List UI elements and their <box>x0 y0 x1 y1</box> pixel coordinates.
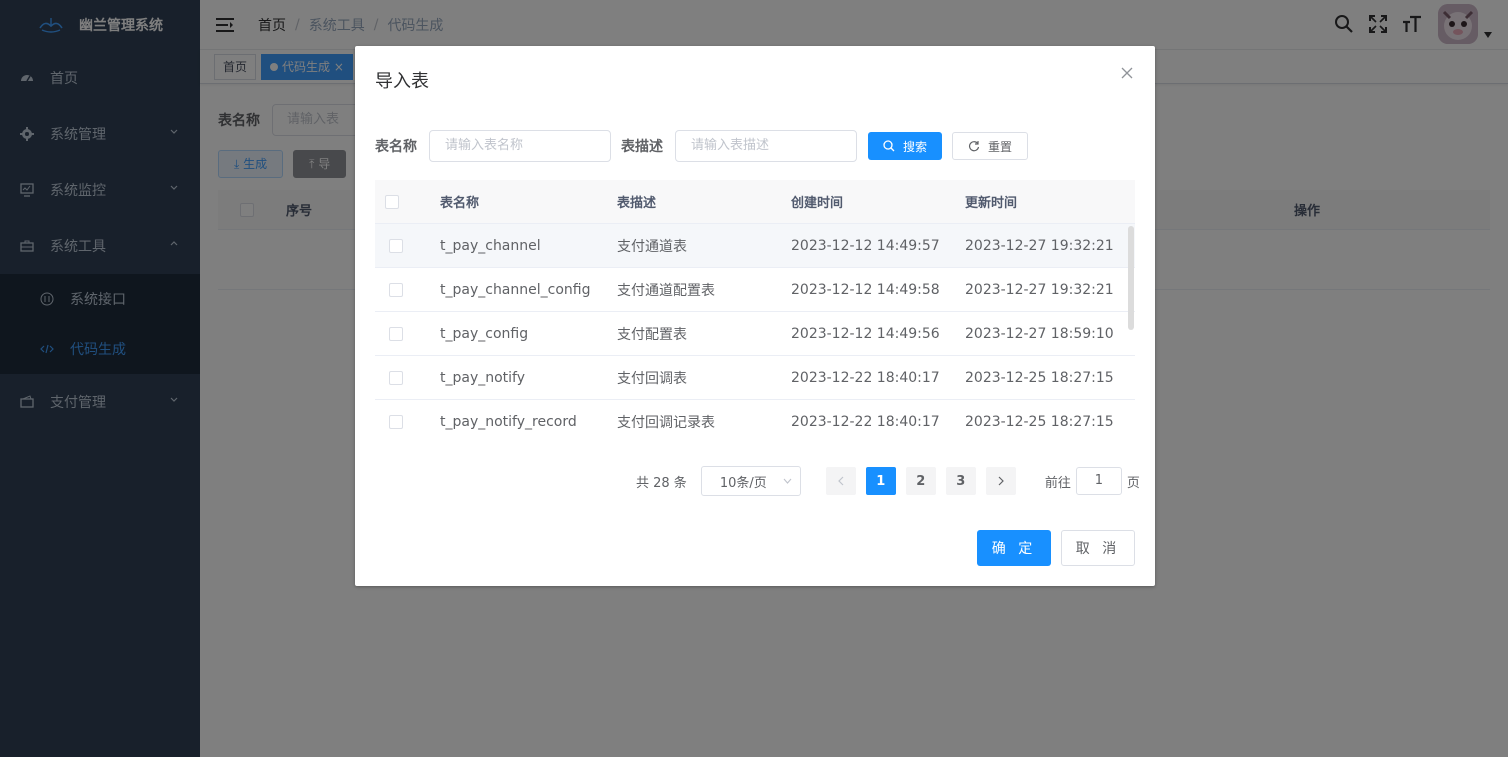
table-row[interactable]: t_pay_config 支付配置表 2023-12-12 14:49:56 2… <box>375 312 1135 356</box>
cell-created-time: 2023-12-12 14:49:58 <box>791 281 940 298</box>
dialog-title: 导入表 <box>375 71 429 92</box>
reset-button[interactable]: 重置 <box>952 132 1029 160</box>
close-icon[interactable] <box>1121 67 1133 79</box>
chevron-left-icon <box>837 476 844 486</box>
cell-created-time: 2023-12-12 14:49:56 <box>791 325 940 342</box>
page-size-select[interactable]: 10条/页 <box>700 466 801 496</box>
table-row[interactable]: t_pay_notify_record 支付回调记录表 2023-12-22 1… <box>375 400 1135 440</box>
cell-table-name: t_pay_notify_record <box>440 413 577 430</box>
column-header: 更新时间 <box>965 196 1018 211</box>
table-row[interactable]: t_pay_channel 支付通道表 2023-12-12 14:49:57 … <box>375 224 1135 268</box>
cancel-button[interactable]: 取 消 <box>1061 530 1135 566</box>
column-header: 表描述 <box>617 196 657 211</box>
table-name-input[interactable]: 请输入表名称 <box>429 130 611 162</box>
cell-table-desc: 支付配置表 <box>617 326 687 343</box>
cell-table-name: t_pay_channel_config <box>440 281 591 298</box>
search-button[interactable]: 搜索 <box>868 132 943 160</box>
row-checkbox[interactable] <box>389 238 403 253</box>
cell-table-desc: 支付回调表 <box>617 370 687 387</box>
table-row[interactable]: t_pay_channel_config 支付通道配置表 2023-12-12 … <box>375 268 1135 312</box>
cell-table-desc: 支付通道配置表 <box>617 282 715 299</box>
pagination-total: 共 28 条 <box>636 475 687 491</box>
cell-table-name: t_pay_channel <box>440 237 541 254</box>
dialog-search-form: 表名称 请输入表名称 表描述 请输入表描述 搜索 重置 <box>375 130 1029 162</box>
cell-table-desc: 支付通道表 <box>617 238 687 255</box>
header-checkbox-cell <box>375 194 440 209</box>
table-row[interactable]: t_pay_notify 支付回调表 2023-12-22 18:40:17 2… <box>375 356 1135 400</box>
page-size-value: 10条/页 <box>719 475 767 491</box>
row-checkbox-cell <box>375 282 440 297</box>
cell-table-desc: 支付回调记录表 <box>617 414 715 431</box>
row-checkbox-cell <box>375 414 440 429</box>
reset-label: 重置 <box>988 139 1013 154</box>
select-all-checkbox[interactable] <box>385 194 399 209</box>
cell-created-time: 2023-12-22 18:40:17 <box>791 369 940 386</box>
table-name-label: 表名称 <box>375 139 417 155</box>
goto-suffix: 页 <box>1126 475 1140 491</box>
prev-page-button[interactable] <box>825 467 856 495</box>
pagination-goto: 前往 1 页 <box>1045 467 1140 495</box>
cell-table-name: t_pay_config <box>440 325 529 342</box>
import-table: 表名称 表描述 创建时间 更新时间 t_pay_channel 支付通道表 20… <box>375 180 1135 440</box>
table-header: 表名称 表描述 创建时间 更新时间 <box>375 180 1135 224</box>
row-checkbox[interactable] <box>389 414 403 429</box>
pagination: 共 28 条 10条/页 1 2 3 前往 1 页 <box>636 466 1140 496</box>
goto-prefix: 前往 <box>1044 475 1071 491</box>
table-desc-input[interactable]: 请输入表描述 <box>675 130 857 162</box>
next-page-button[interactable] <box>985 467 1016 495</box>
refresh-icon <box>968 141 980 152</box>
chevron-right-icon <box>998 476 1004 486</box>
column-header: 创建时间 <box>791 196 844 211</box>
page-button[interactable]: 2 <box>905 467 936 495</box>
row-checkbox[interactable] <box>389 282 403 297</box>
cell-updated-time: 2023-12-27 18:59:10 <box>965 325 1114 342</box>
search-icon <box>883 140 895 152</box>
column-header: 表名称 <box>440 196 480 211</box>
import-table-dialog: 导入表 表名称 请输入表名称 表描述 请输入表描述 搜索 重置 表名称 表描述 … <box>355 46 1155 586</box>
search-label: 搜索 <box>903 139 928 154</box>
page-button[interactable]: 3 <box>945 467 976 495</box>
cell-table-name: t_pay_notify <box>440 369 526 386</box>
goto-page-input[interactable]: 1 <box>1075 467 1122 495</box>
row-checkbox[interactable] <box>389 370 403 385</box>
cell-updated-time: 2023-12-25 18:27:15 <box>965 369 1114 386</box>
row-checkbox-cell <box>375 238 440 253</box>
cell-created-time: 2023-12-12 14:49:57 <box>791 237 940 254</box>
cell-created-time: 2023-12-22 18:40:17 <box>791 413 940 430</box>
cell-updated-time: 2023-12-25 18:27:15 <box>965 413 1114 430</box>
chevron-down-icon <box>783 478 792 484</box>
cell-updated-time: 2023-12-27 19:32:21 <box>965 237 1114 254</box>
table-scrollbar[interactable] <box>1128 226 1134 330</box>
page-button[interactable]: 1 <box>865 467 896 495</box>
table-desc-label: 表描述 <box>621 139 663 155</box>
row-checkbox-cell <box>375 370 440 385</box>
confirm-button[interactable]: 确 定 <box>977 530 1051 566</box>
cell-updated-time: 2023-12-27 19:32:21 <box>965 281 1114 298</box>
row-checkbox[interactable] <box>389 326 403 341</box>
row-checkbox-cell <box>375 326 440 341</box>
